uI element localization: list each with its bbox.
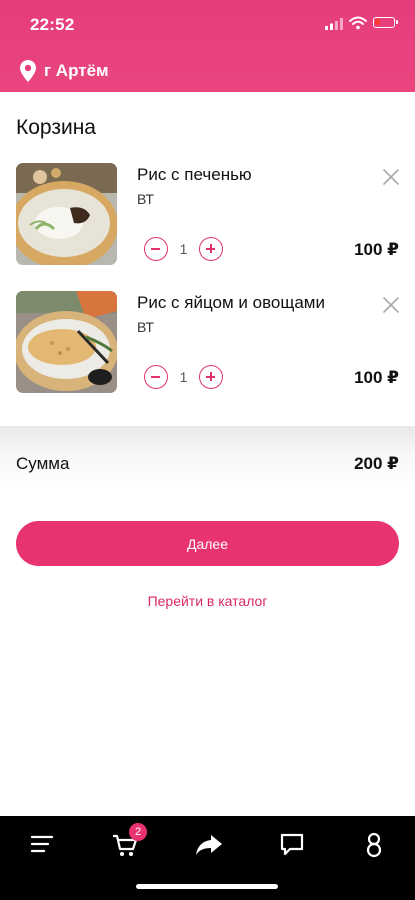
status-bar: 22:52 [0, 0, 415, 46]
profile-icon [366, 832, 382, 858]
summary-total: 200 ₽ [354, 454, 399, 473]
item-shop: ВТ [137, 319, 154, 335]
city-selector[interactable]: г Артём [20, 58, 109, 84]
item-name: Рис с печенью [137, 165, 252, 184]
remove-item-button[interactable] [381, 295, 401, 315]
home-indicator [136, 884, 278, 889]
nav-profile[interactable] [354, 826, 394, 866]
quantity-stepper: 1 [144, 236, 223, 262]
share-icon [196, 835, 222, 855]
item-price: 100 ₽ [354, 368, 399, 387]
nav-menu[interactable] [22, 826, 62, 866]
next-button[interactable]: Далее [16, 521, 399, 566]
go-to-catalog-link[interactable]: Перейти в каталог [0, 593, 415, 609]
increase-quantity-button[interactable] [199, 237, 223, 261]
location-pin-icon [20, 60, 36, 82]
item-price: 100 ₽ [354, 240, 399, 259]
item-shop: ВТ [137, 191, 154, 207]
product-image[interactable] [16, 163, 117, 265]
remove-item-button[interactable] [381, 167, 401, 187]
item-name: Рис с яйцом и овощами [137, 293, 325, 312]
quantity-value: 1 [179, 241, 188, 257]
decrease-quantity-button[interactable] [144, 237, 168, 261]
summary-label: Сумма [16, 454, 70, 473]
battery-icon [373, 17, 398, 28]
quantity-value: 1 [179, 369, 188, 385]
page-title: Корзина [16, 116, 96, 139]
nav-cart[interactable]: 2 [104, 823, 147, 866]
summary-row: Сумма 200 ₽ [16, 454, 399, 476]
chat-icon [280, 833, 304, 856]
nav-chat[interactable] [271, 826, 311, 866]
app-header: 22:52 г Артём [0, 0, 415, 92]
menu-icon [30, 835, 54, 853]
cart-item: Рис с яйцом и овощами ВТ 1 100 ₽ [16, 291, 401, 395]
quantity-stepper: 1 [144, 364, 223, 390]
wifi-icon [349, 16, 367, 30]
nav-share[interactable] [187, 826, 227, 866]
decrease-quantity-button[interactable] [144, 365, 168, 389]
city-label: г Артём [44, 61, 109, 80]
product-image[interactable] [16, 291, 117, 393]
cart-item: Рис с печенью ВТ 1 100 ₽ [16, 163, 401, 267]
status-time: 22:52 [30, 15, 75, 34]
cellular-signal-icon [325, 18, 343, 30]
increase-quantity-button[interactable] [199, 365, 223, 389]
cart-count-badge: 2 [129, 823, 147, 841]
